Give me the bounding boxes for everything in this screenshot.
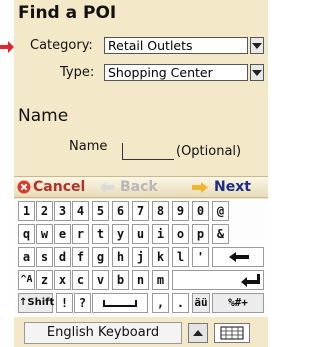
key-p[interactable]: p [192,224,209,244]
enter-key[interactable] [172,270,264,290]
key-comma[interactable]: , [152,293,169,313]
shift-key[interactable]: ↑Shift [18,293,55,313]
next-arrow-icon [192,182,208,193]
space-bar-icon [103,300,137,307]
key-s[interactable]: s [36,247,53,267]
keyboard-layout-button[interactable] [214,323,250,343]
key-j[interactable]: j [132,247,149,267]
back-button[interactable]: Back [100,177,176,197]
cancel-icon [17,180,31,194]
enter-arrow-icon [241,274,260,287]
key-2[interactable]: 2 [36,201,53,221]
category-dropdown-button[interactable] [250,37,264,54]
key-f[interactable]: f [72,247,89,267]
backspace-key[interactable] [212,247,264,267]
chevron-down-icon [252,43,262,49]
name-heading: Name [18,106,69,126]
keyboard-name[interactable]: English Keyboard [24,322,182,344]
key-0[interactable]: 0 [192,201,209,221]
caps-key[interactable]: ^A [18,270,35,290]
key-period[interactable]: . [172,293,189,313]
chevron-down-icon [252,70,262,76]
shift-label: Shift [27,297,55,308]
key-c[interactable]: c [72,270,89,290]
key-i[interactable]: i [152,224,169,244]
poi-panel: Find a POI Category: Retail Outlets Type… [14,0,268,347]
key-d[interactable]: d [54,247,71,267]
type-dropdown-button[interactable] [250,64,264,81]
key-r[interactable]: r [72,224,89,244]
key-n[interactable]: n [132,270,149,290]
key-t[interactable]: t [92,224,109,244]
key-8[interactable]: 8 [152,201,169,221]
key-g[interactable]: g [92,247,109,267]
key-b[interactable]: b [112,270,129,290]
key-h[interactable]: h [112,247,129,267]
pointer-arrow-icon [0,41,14,53]
key-v[interactable]: v [92,270,109,290]
cancel-label: Cancel [33,179,86,195]
back-arrow-icon [100,182,114,193]
key-e[interactable]: e [54,224,71,244]
type-label: Type: [60,65,95,80]
keyboard-icon [220,326,244,340]
cancel-button[interactable]: Cancel [17,177,93,197]
category-value: Retail Outlets [108,38,193,53]
next-button[interactable]: Next [192,177,268,197]
key-5[interactable]: 5 [92,201,109,221]
next-label: Next [214,179,251,195]
key-a[interactable]: a [18,247,35,267]
key-apostrophe[interactable]: ' [192,247,209,267]
key-at[interactable]: @ [212,201,229,221]
key-exclamation[interactable]: ! [56,293,73,313]
type-value: Shopping Center [108,65,213,80]
backspace-arrow-icon [229,252,249,262]
page-title: Find a POI [18,3,117,23]
key-7[interactable]: 7 [132,201,149,221]
key-ampersand[interactable]: & [212,224,229,244]
name-label: Name [69,139,108,154]
symbols-key[interactable]: %#+ [212,293,264,313]
key-m[interactable]: m [152,270,169,290]
navigation-bar: Cancel Back Next [14,176,268,198]
key-3[interactable]: 3 [54,201,71,221]
space-key[interactable] [92,293,148,313]
key-4[interactable]: 4 [72,201,89,221]
key-w[interactable]: w [36,224,53,244]
key-u[interactable]: u [132,224,149,244]
chevron-up-icon [193,330,203,336]
category-label: Category: [30,38,93,53]
key-o[interactable]: o [172,224,189,244]
onscreen-keyboard: 1 2 3 4 5 6 7 8 9 0 @ q w e r t y u i o … [14,199,268,317]
back-label: Back [120,179,158,195]
optional-label: (Optional) [176,144,242,159]
key-l[interactable]: l [172,247,189,267]
name-input[interactable] [122,143,174,160]
key-6[interactable]: 6 [112,201,129,221]
key-9[interactable]: 9 [172,201,189,221]
key-x[interactable]: x [54,270,71,290]
key-1[interactable]: 1 [18,201,35,221]
keyboard-toggle-button[interactable] [188,323,208,343]
accents-key[interactable]: äü [192,293,210,313]
category-select[interactable]: Retail Outlets [104,37,248,54]
key-question[interactable]: ? [74,293,91,313]
keyboard-selector-bar: English Keyboard [14,318,268,347]
type-select[interactable]: Shopping Center [104,64,248,81]
key-z[interactable]: z [36,270,53,290]
key-q[interactable]: q [18,224,35,244]
key-k[interactable]: k [152,247,169,267]
key-y[interactable]: y [112,224,129,244]
